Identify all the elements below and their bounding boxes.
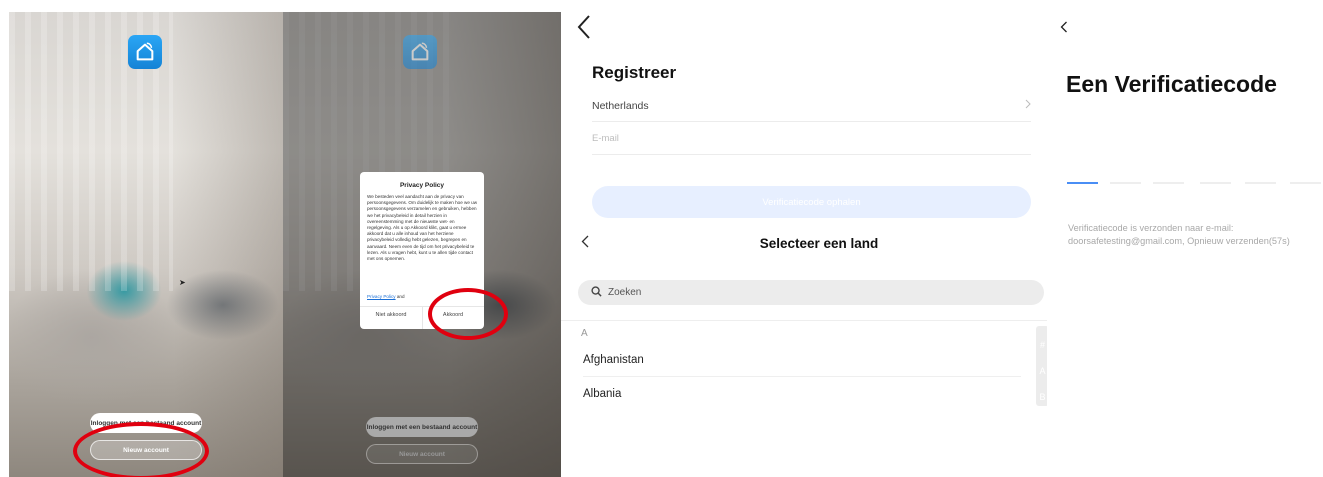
- page-title: Registreer: [592, 63, 677, 82]
- country-item[interactable]: Albania: [583, 377, 1021, 411]
- email-placeholder: E-mail: [592, 133, 619, 144]
- privacy-policy-link[interactable]: Privacy Policy: [367, 294, 396, 299]
- code-digit-slot[interactable]: [1153, 182, 1184, 184]
- new-account-button[interactable]: Nieuw account: [366, 444, 478, 464]
- dialog-body: We besteden veel aandacht aan de privacy…: [367, 194, 478, 262]
- privacy-screen: Privacy Policy We besteden veel aandacht…: [283, 12, 561, 477]
- search-placeholder: Zoeken: [608, 287, 642, 298]
- welcome-screen: ➤ Inloggen met een bestaand account Nieu…: [9, 12, 283, 477]
- highlight-circle: [73, 422, 209, 477]
- mouse-cursor-icon: ➤: [179, 278, 186, 287]
- decline-button[interactable]: Niet akkoord: [360, 312, 422, 318]
- list-divider: [561, 320, 1047, 321]
- code-digit-slot[interactable]: [1200, 182, 1231, 184]
- section-header: A: [581, 328, 588, 339]
- register-screen: Registreer Netherlands E-mail Verificati…: [561, 0, 1049, 477]
- code-digit-slot[interactable]: [1245, 182, 1276, 184]
- chevron-left-icon[interactable]: [1060, 20, 1068, 38]
- verification-screen: Een Verificatiecode Verificatiecode is v…: [1047, 0, 1323, 477]
- country-field[interactable]: Netherlands: [592, 90, 1031, 122]
- search-icon: [591, 285, 608, 300]
- code-digit-slot[interactable]: [1067, 182, 1098, 184]
- resend-message[interactable]: doorsafetesting@gmail.com, Opnieuw verze…: [1068, 236, 1290, 246]
- search-input[interactable]: Zoeken: [578, 280, 1044, 305]
- country-value: Netherlands: [592, 99, 649, 112]
- chevron-right-icon: [1025, 99, 1031, 112]
- select-country-title: Selecteer een land: [759, 236, 879, 251]
- code-digit-slot[interactable]: [1290, 182, 1321, 184]
- dialog-title: Privacy Policy: [399, 182, 445, 189]
- chevron-left-icon[interactable]: [576, 14, 592, 46]
- country-item[interactable]: Afghanistan: [583, 343, 1021, 377]
- code-digit-slot[interactable]: [1110, 182, 1141, 184]
- dialog-links-and: and: [396, 294, 405, 299]
- smart-home-icon: [128, 35, 162, 69]
- smart-home-icon: [403, 35, 437, 69]
- login-existing-account-button[interactable]: Inloggen met een bestaand account: [366, 417, 478, 437]
- email-field[interactable]: E-mail: [592, 123, 1031, 155]
- background-photo: [9, 12, 283, 477]
- page-title: Een Verificatiecode: [1066, 71, 1277, 97]
- verification-message: Verificatiecode is verzonden naar e-mail…: [1068, 223, 1234, 233]
- get-verification-code-button[interactable]: Verificatiecode ophalen: [592, 186, 1031, 218]
- highlight-circle: [428, 288, 508, 340]
